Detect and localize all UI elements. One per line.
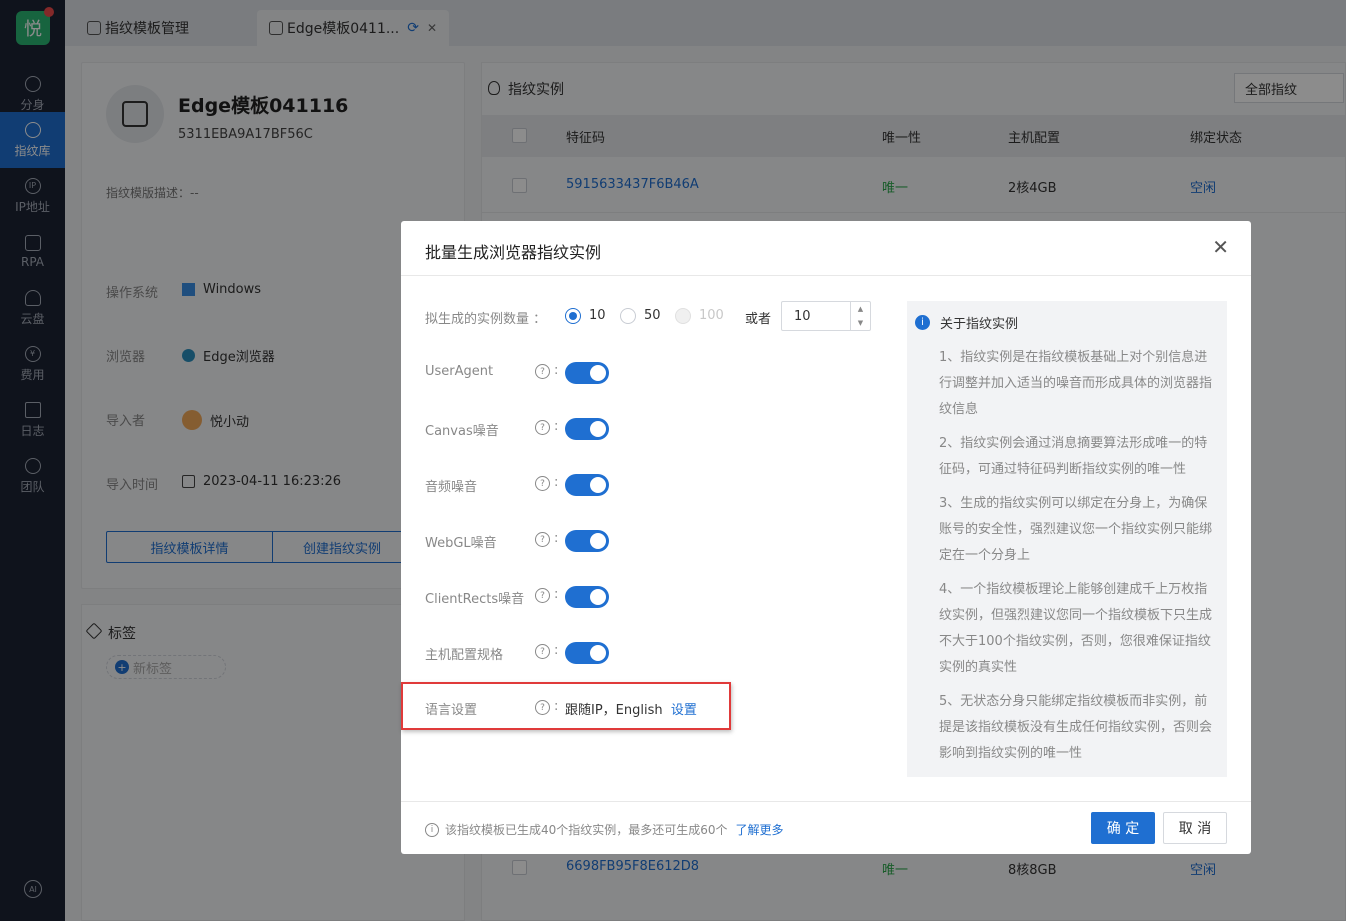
about-title: 关于指纹实例 <box>940 317 1019 332</box>
useragent-toggle[interactable] <box>565 362 609 384</box>
webgl-noise-toggle[interactable] <box>565 530 609 552</box>
modal-title: 批量生成浏览器指纹实例 <box>425 243 602 262</box>
footer-note-text: 该指纹模板已生成40个指纹实例，最多还可生成60个 <box>445 823 728 837</box>
canvas-noise-toggle[interactable] <box>565 418 609 440</box>
count-radio-100 <box>675 308 691 324</box>
count-option-label: 50 <box>644 308 661 323</box>
about-header: i 关于指纹实例 <box>915 313 1018 332</box>
batch-generate-modal: 批量生成浏览器指纹实例 ✕ 拟生成的实例数量 ： 10 50 100 或者 10… <box>401 221 1251 854</box>
count-option-label: 10 <box>589 308 606 323</box>
count-radio-50[interactable] <box>620 308 636 324</box>
language-text: 跟随IP，English <box>565 703 663 718</box>
custom-count-input[interactable]: 10 ▲ ▼ <box>781 301 871 331</box>
help-icon[interactable]: ? <box>535 476 550 491</box>
audio-noise-label: 音频噪音 <box>425 480 478 495</box>
language-label: 语言设置 <box>425 703 478 718</box>
chevron-up-icon[interactable]: ▲ <box>858 305 863 313</box>
help-icon[interactable]: ? <box>535 364 550 379</box>
help-icon[interactable]: ? <box>535 644 550 659</box>
webgl-noise-label: WebGL噪音 <box>425 536 497 551</box>
count-label: 拟生成的实例数量 ： <box>425 312 547 327</box>
help-icon[interactable]: ? <box>535 420 550 435</box>
close-icon[interactable]: ✕ <box>1212 237 1229 257</box>
count-radio-10[interactable] <box>565 308 581 324</box>
cancel-button[interactable]: 取 消 <box>1163 812 1227 844</box>
clientrects-noise-label: ClientRects噪音 <box>425 592 525 607</box>
info-icon: i <box>425 822 439 837</box>
custom-count-value: 10 <box>794 308 811 324</box>
useragent-label: UserAgent <box>425 364 494 379</box>
confirm-button[interactable]: 确 定 <box>1091 812 1155 844</box>
canvas-noise-label: Canvas噪音 <box>425 424 499 439</box>
count-label-text: 拟生成的实例数量 <box>425 312 530 327</box>
chevron-down-icon[interactable]: ▼ <box>858 319 863 327</box>
about-paragraph: 3、生成的指纹实例可以绑定在分身上，为确保账号的安全性，强烈建议您一个指纹实例只… <box>939 496 1213 563</box>
language-value: 跟随IP，English 设置 <box>565 699 697 718</box>
help-icon[interactable]: ? <box>535 532 550 547</box>
help-icon[interactable]: ? <box>535 700 550 715</box>
or-label: 或者 <box>745 312 772 327</box>
about-paragraph: 4、一个指纹模板理论上能够创建成千上万枚指纹实例，但强烈建议您同一个指纹模板下只… <box>939 582 1213 675</box>
divider <box>401 275 1251 276</box>
learn-more-link[interactable]: 了解更多 <box>736 821 784 838</box>
language-settings-link[interactable]: 设置 <box>671 703 697 718</box>
about-instances-panel: i 关于指纹实例 1、指纹实例是在指纹模板基础上对个别信息进行调整并加入适当的噪音… <box>907 301 1227 777</box>
about-paragraph: 5、无状态分身只能绑定指纹模板而非实例，前提是该指纹模板没有生成任何指纹实例，否… <box>939 694 1213 761</box>
host-config-label: 主机配置规格 <box>425 648 504 663</box>
count-option-label: 100 <box>699 308 724 323</box>
host-config-toggle[interactable] <box>565 642 609 664</box>
number-stepper[interactable]: ▲ ▼ <box>850 302 870 330</box>
about-paragraph: 2、指纹实例会通过消息摘要算法形成唯一的特征码，可通过特征码判断指纹实例的唯一性 <box>939 436 1208 477</box>
info-icon: i <box>915 315 930 330</box>
footer-note: i 该指纹模板已生成40个指纹实例，最多还可生成60个 了解更多 <box>425 821 784 838</box>
clientrects-noise-toggle[interactable] <box>565 586 609 608</box>
audio-noise-toggle[interactable] <box>565 474 609 496</box>
help-icon[interactable]: ? <box>535 588 550 603</box>
about-paragraph: 1、指纹实例是在指纹模板基础上对个别信息进行调整并加入适当的噪音而形成具体的浏览… <box>939 350 1213 417</box>
divider <box>401 801 1251 802</box>
